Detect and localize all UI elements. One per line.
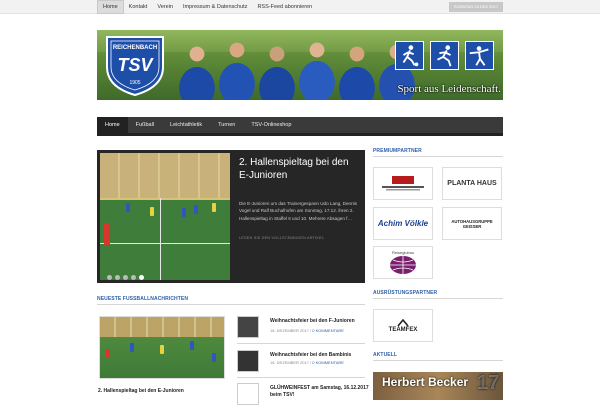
- player: [212, 353, 216, 362]
- slider-dot[interactable]: [131, 275, 136, 280]
- logo-letters: TSV: [117, 55, 154, 75]
- sponsor-logo[interactable]: [373, 167, 433, 200]
- section-divider: [373, 360, 503, 361]
- section-title-premium: PREMIUMPARTNER: [373, 148, 422, 154]
- sponsor-name: TEAMFEX: [388, 326, 418, 333]
- slider-dot[interactable]: [123, 275, 128, 280]
- top-bar: Home Kontakt Verein Impressum & Datensch…: [0, 0, 600, 14]
- aktuell-name: Herbert Becker: [382, 375, 469, 389]
- hall-wall: [100, 153, 230, 198]
- sponsor-logo[interactable]: Achim Völkle: [373, 207, 433, 240]
- section-title-aktuell: AKTUELL: [373, 352, 398, 358]
- gymnastics-icon: [465, 41, 494, 70]
- top-navigation: Home Kontakt Verein Impressum & Datensch…: [97, 0, 317, 14]
- sponsor-logo[interactable]: PLANTA HAUS: [442, 167, 502, 200]
- news-meta: 16. DEZEMBER 2017 / 0 KOMMENTARE: [270, 360, 344, 365]
- sponsor-mark: [382, 175, 424, 190]
- hall-court: [100, 198, 230, 280]
- logo-name: REICHENBACH: [113, 45, 157, 51]
- mainnav-fussball[interactable]: Fußball: [128, 117, 162, 133]
- hall-wall: [100, 317, 224, 337]
- athletics-icon: [430, 41, 459, 70]
- player: [160, 345, 164, 354]
- topnav-kontakt[interactable]: Kontakt: [124, 0, 153, 14]
- featured-slider[interactable]: 2. Hallenspieltag bei den E-Junioren Die…: [97, 150, 365, 283]
- section-divider: [373, 156, 503, 157]
- featured-news-image[interactable]: [99, 316, 225, 379]
- football-icon: [395, 41, 424, 70]
- section-title-ausruestung: AUSRÜSTUNGSPARTNER: [373, 290, 438, 296]
- teamfex-mark: [397, 318, 409, 327]
- news-thumbnail[interactable]: [237, 383, 259, 405]
- sponsor-logo[interactable]: AUTOHAUSGRUPPE GEISSER: [442, 207, 502, 240]
- globe-icon: [390, 256, 416, 274]
- section-title-fussball: NEUESTE FUSSBALLNACHRICHTEN: [97, 296, 189, 302]
- logo-year: 1905: [129, 80, 140, 86]
- tsv-logo[interactable]: REICHENBACH TSV 1905: [103, 33, 167, 97]
- player: [212, 203, 216, 212]
- news-title[interactable]: Weihnachtsfeier bei den Bambinis: [270, 352, 370, 359]
- slide-image[interactable]: [100, 153, 230, 280]
- player: [150, 207, 154, 216]
- news-title[interactable]: GLÜHWEINFEST am Samstag, 16.12.2017 beim…: [270, 385, 370, 399]
- featured-news-title[interactable]: 2. Hallenspieltag bei den E-Junioren: [98, 388, 184, 394]
- news-comments[interactable]: 0 KOMMENTARE: [312, 328, 344, 333]
- news-comments[interactable]: 0 KOMMENTARE: [312, 360, 344, 365]
- mainnav-turnen[interactable]: Turnen: [210, 117, 243, 133]
- court-line: [100, 243, 230, 244]
- section-divider: [97, 304, 365, 305]
- sponsor-name: PLANTA HAUS: [447, 180, 497, 187]
- aktuell-number: 17: [477, 372, 500, 394]
- slider-dot[interactable]: [139, 275, 144, 280]
- news-date: 18. DEZEMBER 2017: [270, 328, 309, 333]
- mainnav-leichtathletik[interactable]: Leichtathletik: [162, 117, 210, 133]
- player: [106, 349, 110, 358]
- slide-title[interactable]: 2. Hallenspieltag bei den E-Junioren: [239, 156, 357, 182]
- player: [130, 343, 134, 352]
- topnav-verein[interactable]: Verein: [152, 0, 178, 14]
- slide-excerpt: Die E-Junioren um das Trainergespann Udo…: [239, 201, 357, 221]
- slider-dot[interactable]: [107, 275, 112, 280]
- news-meta: 18. DEZEMBER 2017 / 0 KOMMENTARE: [270, 328, 344, 333]
- section-divider: [373, 298, 503, 299]
- player: [194, 205, 198, 214]
- mainnav-home[interactable]: Home: [97, 117, 128, 133]
- player: [126, 203, 130, 212]
- slogan: Sport aus Leidenschaft.: [397, 83, 501, 95]
- teamfex-logo[interactable]: TEAMFEX: [373, 309, 433, 342]
- news-divider: [237, 377, 365, 378]
- player: [190, 341, 194, 350]
- topnav-home[interactable]: Home: [97, 0, 124, 14]
- sponsor-logo[interactable]: Reiseglobus: [373, 246, 433, 279]
- read-more-link[interactable]: LESEN SIE DEN VOLLSTÄNDIGEN ARTIKEL: [239, 236, 324, 240]
- topnav-rss[interactable]: RSS-Feed abonnieren: [252, 0, 317, 14]
- sponsor-name: Achim Völkle: [377, 219, 429, 228]
- mainnav-onlineshop[interactable]: TSV-Onlineshop: [243, 117, 299, 133]
- topnav-impressum[interactable]: Impressum & Datenschutz: [178, 0, 253, 14]
- main-navigation: Home Fußball Leichtathletik Turnen TSV-O…: [97, 117, 503, 136]
- news-divider: [237, 343, 365, 344]
- slider-dot[interactable]: [115, 275, 120, 280]
- player: [104, 223, 110, 245]
- player: [182, 208, 186, 217]
- news-title[interactable]: Weihnachtsfeier bei den F-Junioren: [270, 318, 370, 325]
- aktuell-banner[interactable]: 17 Herbert Becker: [373, 372, 503, 400]
- news-thumbnail[interactable]: [237, 316, 259, 338]
- header-banner[interactable]: REICHENBACH TSV 1905 Sport aus Leidensch…: [97, 30, 503, 100]
- date-badge: SONNTAG 24 DEZ 2017: [449, 2, 503, 12]
- court-line: [160, 198, 161, 280]
- sponsor-name: AUTOHAUSGRUPPE GEISSER: [451, 218, 493, 229]
- slider-dots: [107, 275, 144, 280]
- news-thumbnail[interactable]: [237, 350, 259, 372]
- news-date: 16. DEZEMBER 2017: [270, 360, 309, 365]
